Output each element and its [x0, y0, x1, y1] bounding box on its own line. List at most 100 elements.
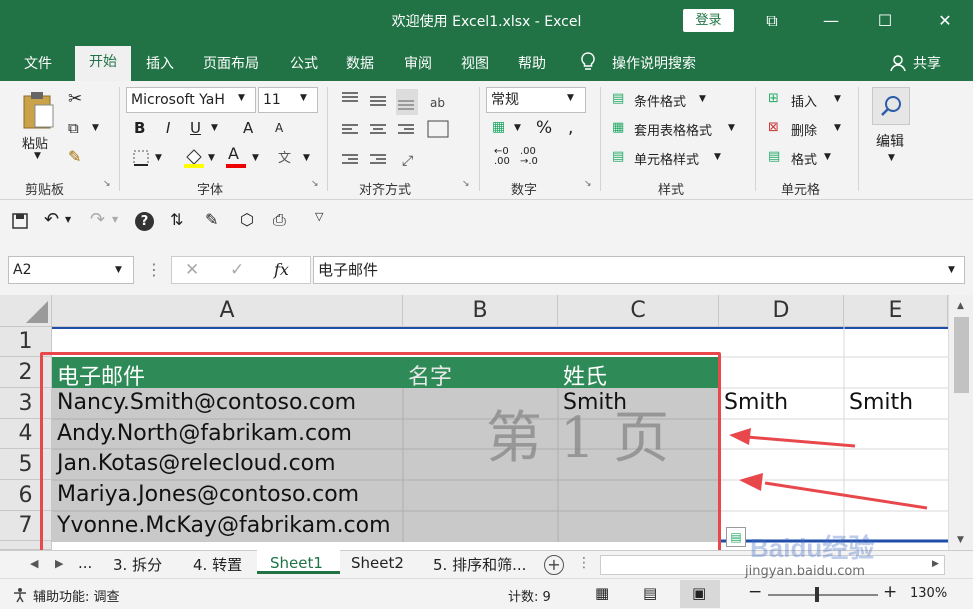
tab-formulas[interactable]: 公式: [290, 53, 318, 73]
worksheet-grid[interactable]: A B C D E ▲ ▼ 1 2 3 4 5 6 7 电子邮件 名字 姓氏 N…: [0, 295, 973, 560]
edit-icon[interactable]: ✎: [205, 210, 218, 229]
zoom-slider[interactable]: [768, 594, 878, 596]
redo-dropdown-icon[interactable]: ▼: [112, 215, 118, 224]
prev-sheet-icon[interactable]: ◀: [30, 557, 38, 570]
tell-me-search[interactable]: 操作说明搜索: [612, 53, 696, 73]
minimize-button[interactable]: —: [812, 7, 850, 35]
fill-color-dropdown-icon[interactable]: ▼: [208, 153, 215, 163]
save-icon[interactable]: [12, 213, 28, 229]
percent-button[interactable]: %: [536, 118, 552, 138]
help-icon[interactable]: ?: [135, 212, 154, 231]
font-size-dropdown-icon[interactable]: ▼: [300, 93, 307, 103]
format-as-table-button[interactable]: 套用表格格式: [634, 120, 712, 139]
page-layout-view-icon[interactable]: ▤: [643, 584, 657, 602]
scroll-thumb[interactable]: [954, 317, 969, 393]
tab-insert[interactable]: 插入: [146, 53, 174, 73]
editing-dropdown-icon[interactable]: ▼: [888, 153, 895, 163]
format-painter-icon[interactable]: ✎: [68, 147, 81, 166]
tab-file[interactable]: 文件: [24, 53, 52, 73]
expand-formula-bar-icon[interactable]: ▼: [948, 265, 955, 275]
copy-dropdown-icon[interactable]: ▼: [92, 123, 99, 133]
search-icon[interactable]: [880, 94, 904, 118]
redo-icon[interactable]: ↷: [90, 209, 105, 230]
zoom-slider-thumb[interactable]: [815, 587, 819, 602]
decrease-decimal-icon[interactable]: .00 →.0: [520, 147, 538, 167]
number-launcher-icon[interactable]: ↘: [584, 179, 592, 189]
delete-cells-icon[interactable]: ⊠: [768, 120, 779, 135]
cell-e3[interactable]: Smith: [844, 390, 948, 415]
font-name-dropdown-icon[interactable]: ▼: [238, 93, 245, 103]
sheet-tab-sheet1[interactable]: Sheet1: [270, 554, 323, 572]
maximize-button[interactable]: ☐: [866, 7, 904, 35]
next-sheet-icon[interactable]: ▶: [55, 557, 63, 570]
accessibility-status[interactable]: 辅助功能: 调查: [33, 586, 120, 605]
insert-cells-button[interactable]: 插入: [791, 91, 817, 110]
borders-icon[interactable]: [132, 149, 150, 167]
zoom-out-icon[interactable]: −: [748, 582, 762, 602]
editing-button[interactable]: 编辑: [876, 131, 904, 151]
insert-cells-icon[interactable]: ⊞: [768, 91, 779, 106]
font-launcher-icon[interactable]: ↘: [311, 179, 319, 189]
sheet-tab-split[interactable]: 3. 拆分: [113, 554, 162, 575]
cell-styles-dropdown-icon[interactable]: ▼: [714, 152, 721, 162]
tab-review[interactable]: 审阅: [404, 53, 432, 73]
format-dropdown-icon[interactable]: ▼: [824, 152, 831, 162]
delete-cells-button[interactable]: 删除: [791, 120, 817, 139]
column-header-b[interactable]: B: [403, 295, 558, 327]
phonetic-dropdown-icon[interactable]: ▼: [303, 153, 310, 163]
tab-data[interactable]: 数据: [346, 53, 374, 73]
vertical-scrollbar[interactable]: ▲ ▼: [948, 295, 973, 550]
undo-icon[interactable]: ↶: [44, 209, 59, 230]
sheet-tab-sheet2[interactable]: Sheet2: [351, 554, 404, 572]
select-all-corner[interactable]: [0, 295, 52, 327]
alignment-launcher-icon[interactable]: ↘: [462, 179, 470, 189]
formula-bar-options-icon[interactable]: ⋮: [146, 260, 162, 279]
add-sheet-icon[interactable]: +: [544, 555, 564, 575]
sign-in-button[interactable]: 登录: [683, 9, 734, 32]
column-header-a[interactable]: A: [52, 295, 403, 327]
insert-function-button[interactable]: fx: [274, 260, 289, 279]
font-color-dropdown-icon[interactable]: ▼: [252, 153, 259, 163]
grow-font-button[interactable]: A: [243, 119, 253, 137]
ribbon-display-icon[interactable]: ⧉: [753, 7, 791, 35]
currency-icon[interactable]: ▦: [492, 119, 505, 135]
quick-analysis-icon[interactable]: ▤: [726, 527, 746, 547]
format-as-table-icon[interactable]: ▦: [612, 120, 624, 135]
cut-icon[interactable]: ✂: [68, 89, 82, 109]
column-header-c[interactable]: C: [558, 295, 719, 327]
format-table-dropdown-icon[interactable]: ▼: [728, 123, 735, 133]
customize-qat-icon[interactable]: ▽: [315, 210, 323, 223]
italic-button[interactable]: I: [166, 119, 170, 137]
underline-dropdown-icon[interactable]: ▼: [211, 123, 218, 133]
sheet-tab-transpose[interactable]: 4. 转置: [193, 554, 242, 575]
clipboard-launcher-icon[interactable]: ↘: [103, 179, 111, 189]
share-button[interactable]: 共享: [913, 53, 941, 73]
paste-dropdown-icon[interactable]: ▼: [34, 151, 41, 161]
underline-button[interactable]: U: [190, 119, 201, 137]
normal-view-icon[interactable]: ▦: [595, 584, 609, 602]
print-preview-icon[interactable]: ⎙: [273, 210, 286, 230]
format-cells-button[interactable]: 格式: [791, 149, 817, 168]
phonetic-guide-icon[interactable]: 文: [278, 147, 291, 166]
scroll-down-icon[interactable]: ▼: [957, 535, 964, 545]
column-header-e[interactable]: E: [844, 295, 948, 327]
enter-button[interactable]: ✓: [230, 260, 244, 280]
shrink-font-button[interactable]: A: [275, 121, 283, 135]
comma-style-icon[interactable]: ,: [568, 118, 573, 138]
zoom-in-icon[interactable]: +: [883, 582, 897, 602]
bold-button[interactable]: B: [134, 119, 145, 137]
scroll-right-icon[interactable]: ▶: [932, 559, 939, 569]
cell-styles-icon[interactable]: ▤: [612, 149, 624, 164]
currency-dropdown-icon[interactable]: ▼: [514, 123, 521, 133]
number-format-dropdown-icon[interactable]: ▼: [567, 93, 574, 103]
scroll-up-icon[interactable]: ▲: [957, 301, 964, 311]
font-name-box[interactable]: Microsoft YaH: [126, 87, 256, 113]
sort-icon[interactable]: ⇅: [170, 210, 183, 229]
shape-icon[interactable]: ⬡: [240, 210, 254, 229]
name-box-dropdown-icon[interactable]: ▼: [115, 265, 122, 275]
accessibility-icon[interactable]: [12, 587, 28, 603]
zoom-level[interactable]: 130%: [910, 586, 947, 601]
tab-help[interactable]: 帮助: [518, 53, 546, 73]
paste-clipboard-icon[interactable]: [22, 91, 56, 131]
sheet-tab-sort-filter[interactable]: 5. 排序和筛...: [433, 554, 526, 575]
